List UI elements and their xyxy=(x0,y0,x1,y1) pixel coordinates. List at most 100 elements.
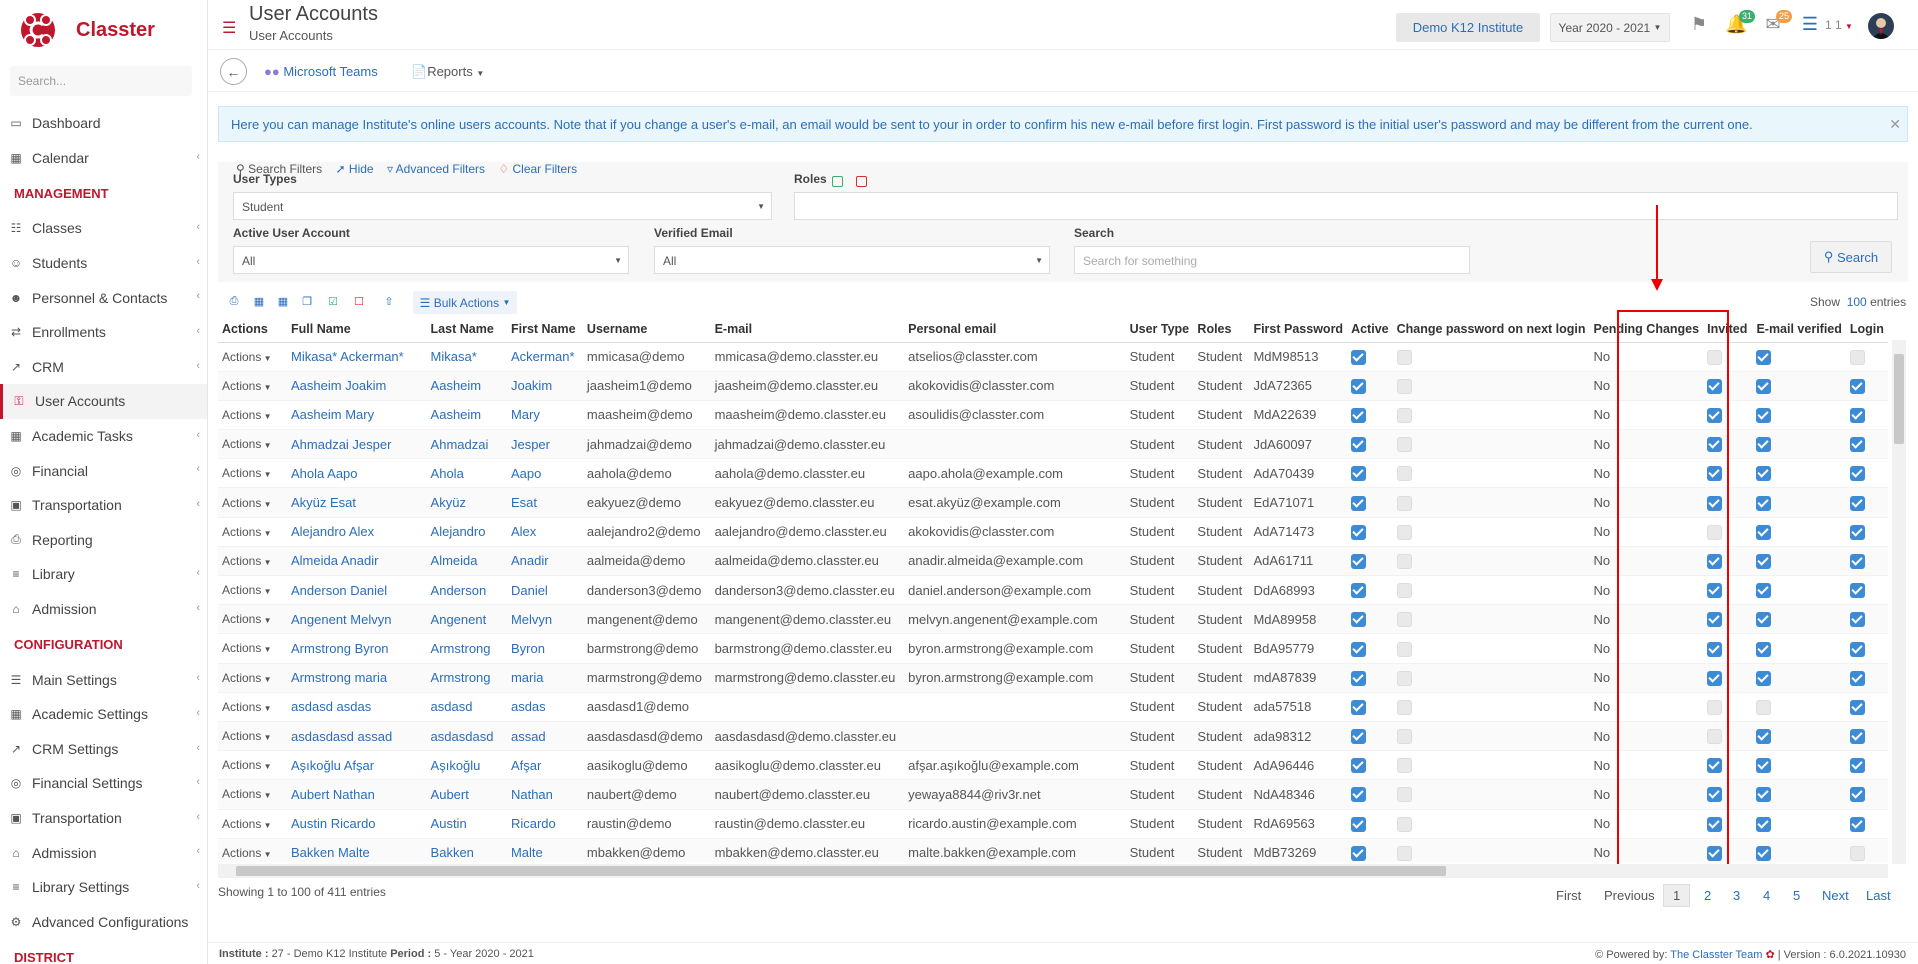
column-header[interactable]: Actions xyxy=(218,316,287,343)
email-verified-checkbox[interactable] xyxy=(1756,524,1772,540)
column-header[interactable]: Full Name xyxy=(287,316,427,343)
full-name-link[interactable]: asdasd asdas xyxy=(287,692,427,722)
pager-page-2[interactable]: 2 xyxy=(1704,888,1711,903)
vertical-scrollbar[interactable] xyxy=(1892,340,1906,864)
email-verified-checkbox[interactable] xyxy=(1756,845,1772,861)
active-checkbox[interactable] xyxy=(1351,699,1367,715)
search-button[interactable]: ⚲ Search xyxy=(1810,241,1892,273)
email-verified-checkbox[interactable] xyxy=(1756,378,1772,394)
actions-dropdown[interactable]: Actions ▼ xyxy=(218,575,287,606)
change-password-checkbox[interactable] xyxy=(1396,437,1412,453)
invited-checkbox[interactable] xyxy=(1707,524,1723,540)
first-name-link[interactable]: Nathan xyxy=(506,779,583,810)
pager-page-4[interactable]: 4 xyxy=(1763,888,1770,903)
login-checkbox[interactable] xyxy=(1849,787,1865,803)
login-checkbox[interactable] xyxy=(1849,466,1865,482)
first-name-link[interactable]: Afşar xyxy=(506,750,583,781)
actions-dropdown[interactable]: Actions ▼ xyxy=(218,429,287,460)
change-password-checkbox[interactable] xyxy=(1396,641,1412,657)
last-name-link[interactable]: Ahmadzai xyxy=(426,429,507,460)
invited-checkbox[interactable] xyxy=(1707,349,1723,365)
roles-select[interactable] xyxy=(794,192,1898,220)
login-checkbox[interactable] xyxy=(1849,378,1865,394)
sidebar-item-library-settings[interactable]: ≡ Library Settings ‹ xyxy=(0,870,207,905)
actions-dropdown[interactable]: Actions ▼ xyxy=(218,721,287,752)
first-name-link[interactable]: Ricardo xyxy=(506,809,583,839)
invited-checkbox[interactable] xyxy=(1707,641,1723,657)
change-password-checkbox[interactable] xyxy=(1396,349,1412,365)
login-checkbox[interactable] xyxy=(1849,699,1865,715)
column-header[interactable]: Roles xyxy=(1193,316,1250,343)
upload-icon[interactable]: ⇧ xyxy=(382,295,396,309)
active-checkbox[interactable] xyxy=(1351,437,1367,453)
invited-checkbox[interactable] xyxy=(1707,787,1723,803)
search-input[interactable]: Search for something xyxy=(1074,246,1470,274)
email-verified-checkbox[interactable] xyxy=(1756,699,1772,715)
invited-checkbox[interactable] xyxy=(1707,612,1723,628)
actions-dropdown[interactable]: Actions ▼ xyxy=(218,750,287,781)
sidebar-item-classes[interactable]: ☷ Classes ‹ xyxy=(0,211,207,246)
pager-page-1[interactable]: 1 xyxy=(1663,884,1691,907)
login-checkbox[interactable] xyxy=(1849,670,1865,686)
actions-dropdown[interactable]: Actions ▼ xyxy=(218,633,287,664)
first-name-link[interactable]: Melvyn xyxy=(506,604,583,635)
email-verified-checkbox[interactable] xyxy=(1756,758,1772,774)
first-name-link[interactable]: Malte xyxy=(506,838,583,862)
change-password-checkbox[interactable] xyxy=(1396,845,1412,861)
login-checkbox[interactable] xyxy=(1849,612,1865,628)
sidebar-item-crm[interactable]: ↗ CRM ‹ xyxy=(0,350,207,385)
first-name-link[interactable]: asdas xyxy=(506,692,583,722)
invited-checkbox[interactable] xyxy=(1707,845,1723,861)
advanced-filters-link[interactable]: ▿ Advanced Filters xyxy=(387,162,485,176)
invited-checkbox[interactable] xyxy=(1707,583,1723,599)
sidebar-item-admission[interactable]: ⌂ Admission ‹ xyxy=(0,592,207,627)
user-types-select[interactable]: Student ▼ xyxy=(233,192,772,220)
column-header[interactable]: Change password on next login xyxy=(1392,316,1590,343)
full-name-link[interactable]: Armstrong maria xyxy=(287,663,427,693)
email-verified-checkbox[interactable] xyxy=(1756,349,1772,365)
actions-dropdown[interactable]: Actions ▼ xyxy=(218,400,287,431)
pager-page-5[interactable]: 5 xyxy=(1793,888,1800,903)
change-password-checkbox[interactable] xyxy=(1396,758,1412,774)
login-checkbox[interactable] xyxy=(1849,553,1865,569)
hide-filters-link[interactable]: ➚ Hide xyxy=(336,162,374,176)
invited-checkbox[interactable] xyxy=(1707,729,1723,745)
actions-dropdown[interactable]: Actions ▼ xyxy=(218,487,287,518)
actions-dropdown[interactable]: Actions ▼ xyxy=(218,458,287,489)
column-header[interactable]: User Type xyxy=(1125,316,1194,343)
mail-icon[interactable]: ✉ 25 xyxy=(1762,10,1792,36)
last-name-link[interactable]: Ahola xyxy=(426,458,507,489)
year-selector[interactable]: Year 2020 - 2021 ▼ xyxy=(1550,13,1670,42)
roles-clear-icon[interactable] xyxy=(856,176,867,187)
change-password-checkbox[interactable] xyxy=(1396,466,1412,482)
menu-toggle-icon[interactable]: ☰ xyxy=(222,18,236,38)
sidebar-item-user-accounts[interactable]: ⚿ User Accounts xyxy=(0,384,207,419)
sidebar-item-academic-settings[interactable]: ▦ Academic Settings ‹ xyxy=(0,697,207,732)
email-verified-checkbox[interactable] xyxy=(1756,495,1772,511)
last-name-link[interactable]: Aşıkoğlu xyxy=(426,750,507,781)
first-name-link[interactable]: Ackerman* xyxy=(506,342,583,372)
sidebar-item-academic-tasks[interactable]: ▦ Academic Tasks ‹ xyxy=(0,419,207,454)
roles-select-all-icon[interactable] xyxy=(832,176,843,187)
last-name-link[interactable]: Aasheim xyxy=(426,371,507,401)
active-checkbox[interactable] xyxy=(1351,729,1367,745)
sidebar-item-dashboard[interactable]: ▭ Dashboard xyxy=(0,106,207,141)
email-verified-checkbox[interactable] xyxy=(1756,408,1772,423)
sidebar-item-transportation[interactable]: ▣ Transportation ‹ xyxy=(0,488,207,523)
email-verified-checkbox[interactable] xyxy=(1756,553,1772,569)
select-all-icon[interactable]: ☑ xyxy=(326,295,340,309)
actions-dropdown[interactable]: Actions ▼ xyxy=(218,371,287,401)
sidebar-item-library[interactable]: ≡ Library ‹ xyxy=(0,557,207,592)
scroll-thumb[interactable] xyxy=(1894,354,1904,444)
email-verified-checkbox[interactable] xyxy=(1756,641,1772,657)
active-checkbox[interactable] xyxy=(1351,466,1367,482)
copy-icon[interactable]: ❐ xyxy=(300,295,314,309)
login-checkbox[interactable] xyxy=(1849,758,1865,774)
last-name-link[interactable]: asdasdasd xyxy=(426,721,507,752)
reports-dropdown[interactable]: 📄Reports ▼ xyxy=(411,64,484,80)
bell-icon[interactable]: 🔔 31 xyxy=(1725,10,1755,36)
horizontal-scrollbar[interactable] xyxy=(218,864,1888,878)
sidebar-item-transportation[interactable]: ▣ Transportation ‹ xyxy=(0,801,207,836)
active-checkbox[interactable] xyxy=(1351,845,1367,861)
first-name-link[interactable]: Mary xyxy=(506,400,583,431)
